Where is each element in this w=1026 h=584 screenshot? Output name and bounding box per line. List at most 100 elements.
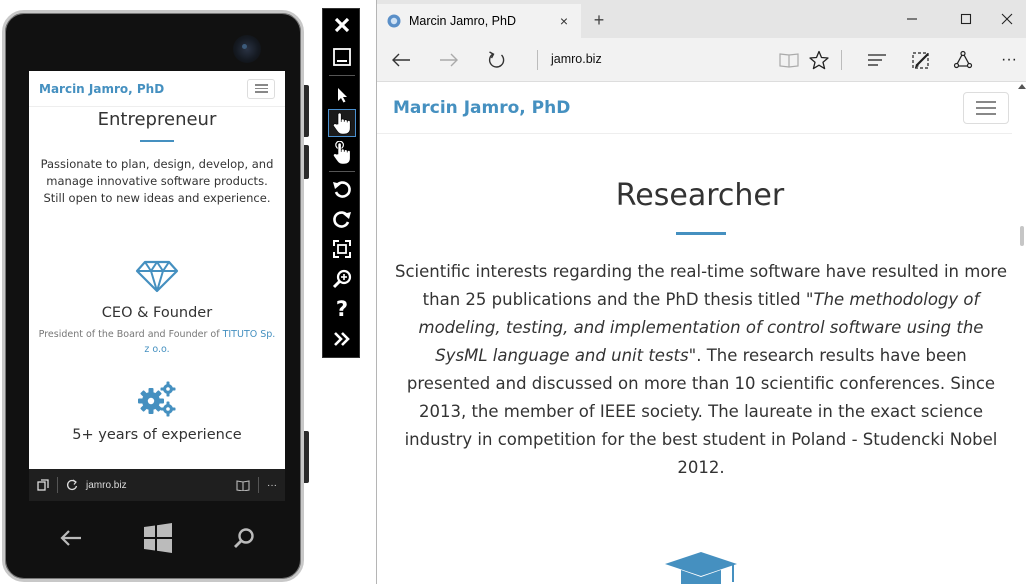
mouse-input-button[interactable] — [328, 81, 356, 109]
mobile-navbar: Marcin Jamro, PhD — [29, 71, 285, 107]
mobile-role-text: President of the Board and Founder of TI… — [29, 327, 285, 357]
mobile-menu-toggle[interactable] — [247, 78, 275, 99]
site-brand-link[interactable]: Marcin Jamro, PhD — [393, 98, 570, 118]
back-icon[interactable] — [59, 529, 83, 547]
close-emulator-button[interactable] — [328, 11, 356, 39]
maximize-window-button[interactable] — [943, 0, 989, 38]
browser-tab[interactable]: Marcin Jamro, PhD × — [377, 4, 581, 38]
zoom-icon — [332, 269, 352, 289]
new-tab-button[interactable]: + — [589, 10, 609, 31]
window-close-icon — [1001, 13, 1013, 25]
gears-icon — [138, 381, 176, 417]
share-button[interactable] — [949, 46, 977, 74]
mobile-heading-divider — [140, 140, 174, 142]
browser-window: Marcin Jamro, PhD × + jamro.biz ··· Marc… — [376, 0, 1026, 584]
close-window-button[interactable] — [987, 0, 1026, 38]
more-button[interactable]: ··· — [995, 46, 1023, 74]
address-separator — [841, 50, 842, 70]
camera-button[interactable] — [304, 431, 309, 483]
back-arrow-icon — [392, 53, 410, 67]
window-minimize-icon — [907, 18, 917, 20]
mobile-section-heading: Entrepreneur — [97, 109, 217, 130]
address-separator — [57, 477, 58, 493]
scroll-thumb[interactable] — [1020, 226, 1024, 246]
reading-view-icon[interactable] — [236, 479, 250, 491]
web-note-icon — [912, 52, 929, 69]
phone-screen: Marcin Jamro, PhD Entrepreneur Passionat… — [29, 71, 285, 469]
rotate-left-button[interactable] — [328, 175, 356, 203]
more-tools-button[interactable] — [328, 325, 356, 353]
address-separator — [537, 50, 538, 70]
mobile-experience-title: 5+ years of experience — [72, 427, 242, 443]
url-text[interactable]: jamro.biz — [551, 52, 602, 66]
phone-emulator: Marcin Jamro, PhD Entrepreneur Passionat… — [2, 10, 309, 582]
mobile-intro-text: Passionate to plan, design, develop, and… — [40, 157, 274, 205]
rotate-right-icon — [333, 211, 351, 228]
windows-start-icon[interactable] — [143, 523, 173, 553]
zoom-button[interactable] — [328, 265, 356, 293]
page-scrollbar[interactable] — [1017, 82, 1026, 584]
scroll-up-icon[interactable] — [1018, 84, 1026, 89]
site-navbar: Marcin Jamro, PhD — [377, 82, 1012, 134]
mobile-role-title: CEO & Founder — [101, 305, 213, 321]
hub-button[interactable] — [863, 46, 891, 74]
mobile-url-text[interactable]: jamro.biz — [86, 480, 228, 491]
pointer-icon — [338, 88, 347, 103]
fit-to-screen-icon — [333, 240, 351, 258]
multi-touch-button[interactable] — [328, 139, 356, 167]
hardware-buttons — [29, 513, 285, 563]
tab-title: Marcin Jamro, PhD — [409, 14, 516, 28]
toolbar-divider — [329, 171, 355, 172]
rotate-left-icon — [333, 181, 351, 198]
heading-divider — [676, 232, 726, 235]
power-button[interactable] — [304, 145, 309, 179]
web-note-button[interactable] — [907, 46, 935, 74]
minimize-icon — [333, 48, 351, 66]
refresh-icon — [488, 51, 505, 68]
browser-titlebar: Marcin Jamro, PhD × + — [377, 0, 1026, 38]
researcher-paragraph: Scientific interests regarding the real-… — [391, 258, 1011, 482]
refresh-icon[interactable] — [66, 479, 78, 491]
minimize-emulator-button[interactable] — [328, 43, 356, 71]
search-icon[interactable] — [233, 527, 255, 549]
emulator-toolbar: ? — [322, 8, 360, 358]
favorite-button[interactable] — [805, 46, 833, 74]
desktop: Marcin Jamro, PhD Entrepreneur Passionat… — [0, 0, 1026, 584]
front-camera — [233, 35, 261, 63]
hamburger-icon — [254, 84, 268, 86]
multi-touch-icon — [333, 141, 351, 165]
forward-button[interactable] — [435, 46, 463, 74]
help-button[interactable]: ? — [328, 295, 356, 323]
forward-arrow-icon — [440, 53, 458, 67]
volume-button[interactable] — [304, 85, 309, 137]
section-heading: Researcher — [615, 178, 785, 213]
single-touch-icon — [333, 112, 351, 135]
minimize-window-button[interactable] — [889, 0, 935, 38]
more-tools-icon — [334, 332, 350, 346]
hamburger-icon — [976, 101, 996, 103]
web-page: Marcin Jamro, PhD Researcher Scientific … — [377, 82, 1026, 584]
share-icon — [953, 50, 973, 69]
star-icon — [809, 50, 829, 70]
mobile-brand-link[interactable]: Marcin Jamro, PhD — [39, 82, 164, 96]
browser-address-bar: jamro.biz ··· — [377, 38, 1026, 82]
site-menu-toggle[interactable] — [963, 92, 1009, 124]
back-button[interactable] — [387, 46, 415, 74]
reading-view-icon — [779, 53, 799, 68]
reading-view-button[interactable] — [775, 46, 803, 74]
address-separator — [258, 477, 259, 493]
close-tab-button[interactable]: × — [553, 13, 575, 29]
favicon-icon — [387, 14, 401, 28]
more-menu-icon[interactable]: ··· — [267, 480, 277, 491]
tabs-icon[interactable] — [37, 479, 49, 491]
refresh-button[interactable] — [483, 46, 511, 74]
researcher-text-2: ". The research results have been presen… — [404, 346, 998, 477]
close-icon — [334, 17, 350, 33]
toolbar-divider — [329, 75, 355, 76]
fit-to-screen-button[interactable] — [328, 235, 356, 263]
single-touch-button[interactable] — [328, 109, 356, 137]
rotate-right-button[interactable] — [328, 205, 356, 233]
window-maximize-icon — [960, 13, 972, 25]
hub-icon — [868, 54, 886, 66]
graduation-cap-icon — [665, 552, 737, 584]
